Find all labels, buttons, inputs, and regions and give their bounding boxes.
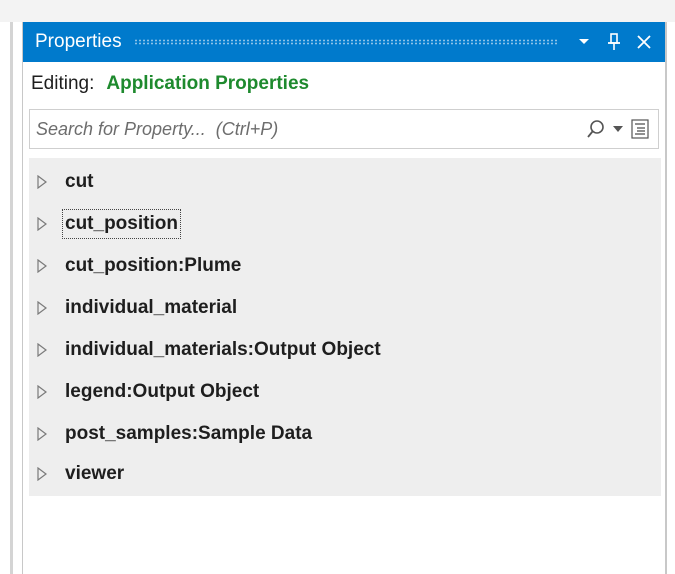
property-row[interactable]: viewer xyxy=(29,454,661,494)
properties-panel: Properties Editing: Application Properti… xyxy=(22,22,667,574)
editing-label: Editing: xyxy=(31,73,95,94)
expand-arrow-icon[interactable] xyxy=(33,301,51,315)
property-row[interactable]: individual_material xyxy=(29,288,661,328)
panel-title: Properties xyxy=(35,31,122,52)
expand-arrow-icon[interactable] xyxy=(33,427,51,441)
property-label: legend:Output Object xyxy=(65,381,260,402)
panel-titlebar[interactable]: Properties xyxy=(23,22,665,62)
expand-arrow-icon[interactable] xyxy=(33,385,51,399)
property-row[interactable]: individual_materials:Output Object xyxy=(29,330,661,370)
editing-target: Application Properties xyxy=(106,73,310,94)
property-row[interactable]: cut_position xyxy=(29,204,661,244)
close-icon xyxy=(637,35,651,49)
editing-line: Editing: Application Properties xyxy=(23,62,665,106)
pin-icon xyxy=(608,33,620,50)
property-row[interactable]: post_samples:Sample Data xyxy=(29,414,661,454)
window: Properties Editing: Application Properti… xyxy=(0,0,675,574)
left-splitter[interactable] xyxy=(10,22,13,574)
property-row[interactable]: cut xyxy=(29,162,661,202)
search-icon xyxy=(587,120,604,138)
window-top-strip xyxy=(0,0,675,22)
property-label: post_samples:Sample Data xyxy=(65,423,313,444)
property-label: individual_materials:Output Object xyxy=(65,339,381,360)
expand-arrow-icon[interactable] xyxy=(33,175,51,189)
categorized-list-icon xyxy=(631,119,649,139)
dropdown-button[interactable] xyxy=(573,31,595,53)
expand-arrow-icon[interactable] xyxy=(33,467,51,481)
chevron-down-icon xyxy=(613,126,623,132)
property-label: viewer xyxy=(65,463,125,484)
expand-arrow-icon[interactable] xyxy=(33,217,51,231)
pin-button[interactable] xyxy=(603,31,625,53)
property-row[interactable]: cut_position:Plume xyxy=(29,246,661,286)
property-row[interactable]: legend:Output Object xyxy=(29,372,661,412)
search-input[interactable] xyxy=(30,110,584,148)
search-button[interactable] xyxy=(584,114,608,144)
close-button[interactable] xyxy=(633,31,655,53)
property-label: cut_position xyxy=(62,209,181,239)
search-box xyxy=(29,109,659,149)
search-options-button[interactable] xyxy=(610,114,626,144)
chevron-down-icon xyxy=(579,39,589,44)
property-label: cut xyxy=(65,171,94,192)
expand-arrow-icon[interactable] xyxy=(33,259,51,273)
property-label: individual_material xyxy=(65,297,238,318)
property-list: cut cut_position cut_position:Plume indi… xyxy=(29,158,661,496)
property-label: cut_position:Plume xyxy=(65,255,242,276)
drag-grip[interactable] xyxy=(133,39,559,45)
expand-arrow-icon[interactable] xyxy=(33,343,51,357)
categorized-view-button[interactable] xyxy=(628,114,652,144)
